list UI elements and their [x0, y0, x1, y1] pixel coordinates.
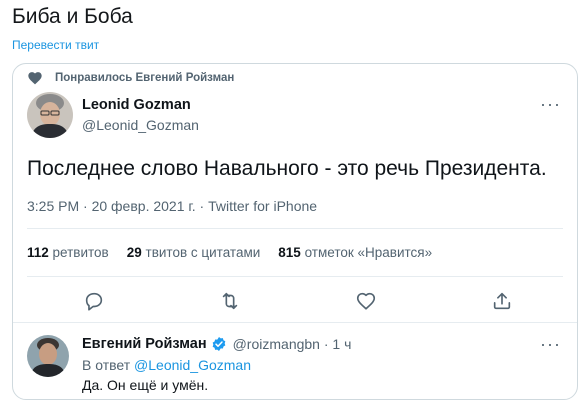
author-handle[interactable]: @Leonid_Gozman [82, 117, 199, 133]
reply-to-mention[interactable]: @Leonid_Gozman [134, 357, 251, 373]
reply-button[interactable] [83, 290, 105, 312]
embedded-tweet-card[interactable]: Понравилось Евгений Ройзман Leonid Gozma… [12, 63, 578, 400]
tweet-timestamp[interactable]: 3:25 PM · 20 февр. 2021 г. · Twitter for… [27, 198, 317, 214]
reply-handle-time[interactable]: @roizmangbn · 1 ч [233, 336, 352, 352]
reply-avatar[interactable] [27, 335, 69, 377]
more-icon[interactable]: ··· [540, 334, 561, 355]
reply-text: Да. Он ещё и умён. [82, 377, 209, 393]
share-icon [493, 292, 511, 310]
author-name[interactable]: Leonid Gozman [82, 97, 191, 113]
reply-header: Евгений Ройзман @roizmangbn · 1 ч [82, 336, 351, 352]
more-icon[interactable]: ··· [540, 94, 561, 115]
retweets-label: ретвитов [52, 245, 109, 260]
share-button[interactable] [491, 290, 513, 312]
reply-avatar-image [27, 335, 69, 377]
like-button[interactable] [355, 290, 377, 312]
tweet-text: Последнее слово Навального - это речь Пр… [27, 157, 547, 180]
retweet-button[interactable] [219, 290, 241, 312]
heart-icon [28, 72, 42, 85]
avatar[interactable] [27, 92, 73, 138]
quotes-count: 29 [126, 245, 142, 260]
action-bar [13, 284, 577, 318]
reply-to-prefix: В ответ [82, 357, 131, 373]
social-context: Понравилось Евгений Ройзман [27, 70, 234, 86]
like-icon [356, 292, 376, 310]
likes-count: 815 [278, 245, 301, 260]
divider [13, 322, 577, 323]
likes-stat[interactable]: 815 отметок «Нравится» [278, 245, 432, 260]
retweet-icon [222, 292, 238, 310]
retweets-stat[interactable]: 112 ретвитов [27, 245, 109, 260]
tweet-stats: 112 ретвитов 29 твитов с цитатами 815 от… [27, 245, 432, 260]
liked-by-text: Понравилось Евгений Ройзман [55, 72, 235, 84]
translate-tweet-link[interactable]: Перевести твит [12, 38, 99, 52]
quotes-label: твитов с цитатами [145, 245, 261, 260]
retweets-count: 112 [27, 245, 49, 260]
reply-to-line: В ответ @Leonid_Gozman [82, 357, 251, 373]
divider [27, 276, 563, 277]
page-title: Биба и Боба [12, 5, 133, 28]
reply-author-name[interactable]: Евгений Ройзман [82, 336, 207, 352]
verified-icon [212, 337, 225, 351]
likes-label: отметок «Нравится» [304, 245, 433, 260]
avatar-image [27, 92, 73, 138]
reply-icon [85, 292, 103, 311]
divider [27, 228, 563, 229]
quotes-stat[interactable]: 29 твитов с цитатами [127, 245, 261, 260]
